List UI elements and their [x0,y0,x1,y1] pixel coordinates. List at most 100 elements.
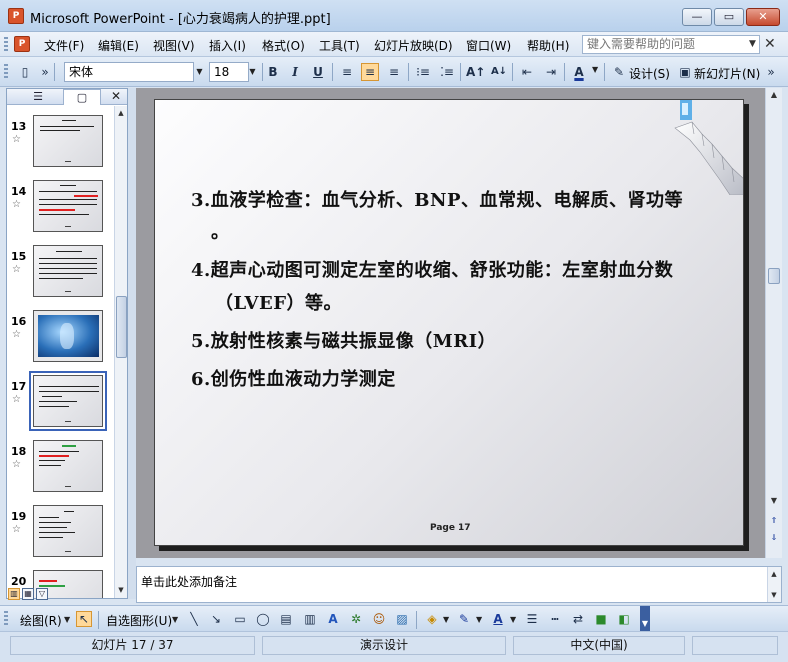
tab-slides[interactable]: ▢ [63,89,101,105]
textbox-tool-icon[interactable]: ▤ [278,611,294,627]
menu-slideshow[interactable]: 幻灯片放映(D) [374,37,453,54]
scroll-up-icon[interactable]: ▲ [768,567,780,581]
decrease-font-icon[interactable]: A↓ [490,63,508,81]
scrollbar-thumb[interactable] [116,296,127,358]
slide-thumbnail-15[interactable] [33,245,103,297]
font-name-select[interactable]: 宋体 [64,62,194,82]
close-document-button[interactable]: ✕ [764,36,776,52]
toolbar-grip[interactable] [4,37,8,52]
chevron-down-icon[interactable]: ▼ [443,615,449,624]
arrow-tool-icon[interactable]: ↘ [208,611,224,627]
restore-button[interactable]: ▭ [714,8,744,26]
tab-outline[interactable]: ☰ [25,89,51,105]
align-left-icon[interactable]: ≡ [338,63,356,81]
draw-menu-button[interactable]: 绘图(R) [20,612,62,629]
pane-splitter[interactable] [128,88,136,599]
align-center-icon[interactable]: ≡ [361,63,379,81]
powerpoint-icon[interactable]: P [8,8,24,24]
slide-thumbnail-16[interactable] [33,310,103,362]
slideshow-view-icon[interactable]: ▽ [36,588,48,600]
decrease-indent-icon[interactable]: ⇤ [518,63,536,81]
slide-canvas[interactable]: 3.血液学检查：血气分析、BNP、血常规、电解质、肾功等 。 4.超声心动图可测… [154,99,744,546]
toolbar-options-icon[interactable]: » [766,63,776,81]
increase-font-icon[interactable]: A↑ [466,63,485,81]
slide-body-line-4[interactable]: （LVEF）等。 [215,289,342,315]
toolbar-options-icon[interactable]: » [40,63,50,81]
slides-pane-scrollbar[interactable]: ▲ ▼ [114,106,127,598]
slide-sorter-icon[interactable]: ▦ [22,588,34,600]
scrollbar-thumb[interactable] [768,268,780,284]
menu-tools[interactable]: 工具(T) [319,37,360,54]
line-color-icon[interactable]: ✎ [456,611,472,627]
3d-style-icon[interactable]: ◧ [616,611,632,627]
bold-button[interactable]: B [264,63,282,81]
bullet-list-icon[interactable]: ⁚≡ [438,63,456,81]
menu-format[interactable]: 格式(O) [262,37,305,54]
previous-slide-icon[interactable]: ⇑ [767,514,781,528]
toolbar-grip[interactable] [4,64,8,80]
increase-indent-icon[interactable]: ⇥ [542,63,560,81]
chevron-down-icon[interactable]: ▼ [64,615,70,624]
slide-body-line-1[interactable]: 3.血液学检查：血气分析、BNP、血常规、电解质、肾功等 [191,186,683,212]
slide-thumbnail-14[interactable] [33,180,103,232]
picture-icon[interactable]: ▨ [394,611,410,627]
rectangle-tool-icon[interactable]: ▭ [232,611,248,627]
vertical-textbox-icon[interactable]: ▥ [302,611,318,627]
menu-insert[interactable]: 插入(I) [209,37,246,54]
menu-file[interactable]: 文件(F) [44,37,84,54]
help-search-input[interactable]: 键入需要帮助的问题 [582,35,760,54]
minimize-button[interactable]: — [682,8,712,26]
chevron-down-icon[interactable]: ▼ [193,63,206,81]
fill-color-icon[interactable]: ◈ [424,611,440,627]
diagram-icon[interactable]: ✲ [348,611,364,627]
slide-thumbnail-17[interactable] [29,371,107,431]
chevron-down-icon[interactable]: ▼ [510,615,516,624]
scroll-down-icon[interactable]: ▼ [115,583,127,597]
menu-window[interactable]: 窗口(W) [466,37,511,54]
next-slide-icon[interactable]: ⇓ [767,531,781,545]
document-icon[interactable]: P [14,36,30,52]
line-tool-icon[interactable]: ╲ [186,611,202,627]
select-pointer-icon[interactable]: ↖ [76,611,92,627]
notes-scrollbar[interactable]: ▲ ▼ [767,567,781,602]
scroll-down-icon[interactable]: ▼ [768,588,780,602]
slide-body-line-6[interactable]: 6.创伤性血液动力学测定 [191,365,396,391]
menu-view[interactable]: 视图(V) [153,37,195,54]
line-style-icon[interactable]: ☰ [524,611,540,627]
clipart-icon[interactable]: ☺ [371,611,387,627]
italic-button[interactable]: I [286,63,304,81]
draw-font-color-icon[interactable]: A [490,611,506,627]
slide-body-line-3[interactable]: 4.超声心动图可测定左室的收缩、舒张功能：左室射血分数 [191,256,673,282]
oval-tool-icon[interactable]: ◯ [255,611,271,627]
chevron-down-icon[interactable]: ▼ [476,615,482,624]
notes-pane[interactable]: 单击此处添加备注 ▲ ▼ [136,566,782,603]
new-slide-button[interactable]: 新幻灯片(N) [694,65,760,82]
font-color-button[interactable]: A [570,63,588,81]
chevron-down-icon[interactable]: ▼ [745,35,760,54]
toolbar-grip[interactable] [4,611,8,627]
shadow-style-icon[interactable]: ■ [593,611,609,627]
numbered-list-icon[interactable]: ⁝≡ [414,63,432,81]
scroll-up-icon[interactable]: ▲ [767,88,781,102]
new-document-icon[interactable]: ▯ [16,63,34,81]
autoshapes-button[interactable]: 自选图形(U) [106,612,172,629]
slide-body-line-2[interactable]: 。 [211,218,230,244]
normal-view-icon[interactable]: ▥ [8,588,20,600]
close-window-button[interactable]: ✕ [746,8,780,26]
notes-placeholder[interactable]: 单击此处添加备注 [141,573,237,590]
slide-thumbnail-18[interactable] [33,440,103,492]
chevron-down-icon[interactable]: ▼ [592,65,598,74]
align-right-icon[interactable]: ≡ [385,63,403,81]
scroll-down-icon[interactable]: ▼ [767,494,781,508]
slide-thumbnail-19[interactable] [33,505,103,557]
menu-edit[interactable]: 编辑(E) [98,37,139,54]
design-button[interactable]: 设计(S) [629,65,670,82]
slide-thumbnail-13[interactable] [33,115,103,167]
wordart-icon[interactable]: A [325,611,341,627]
toolbar-options-icon[interactable]: ▼ [640,606,650,632]
underline-button[interactable]: U [309,63,327,81]
menu-help[interactable]: 帮助(H) [527,37,569,54]
scroll-up-icon[interactable]: ▲ [115,106,127,120]
slide-body-line-5[interactable]: 5.放射性核素与磁共振显像（MRI） [191,327,496,353]
chevron-down-icon[interactable]: ▼ [172,615,178,624]
